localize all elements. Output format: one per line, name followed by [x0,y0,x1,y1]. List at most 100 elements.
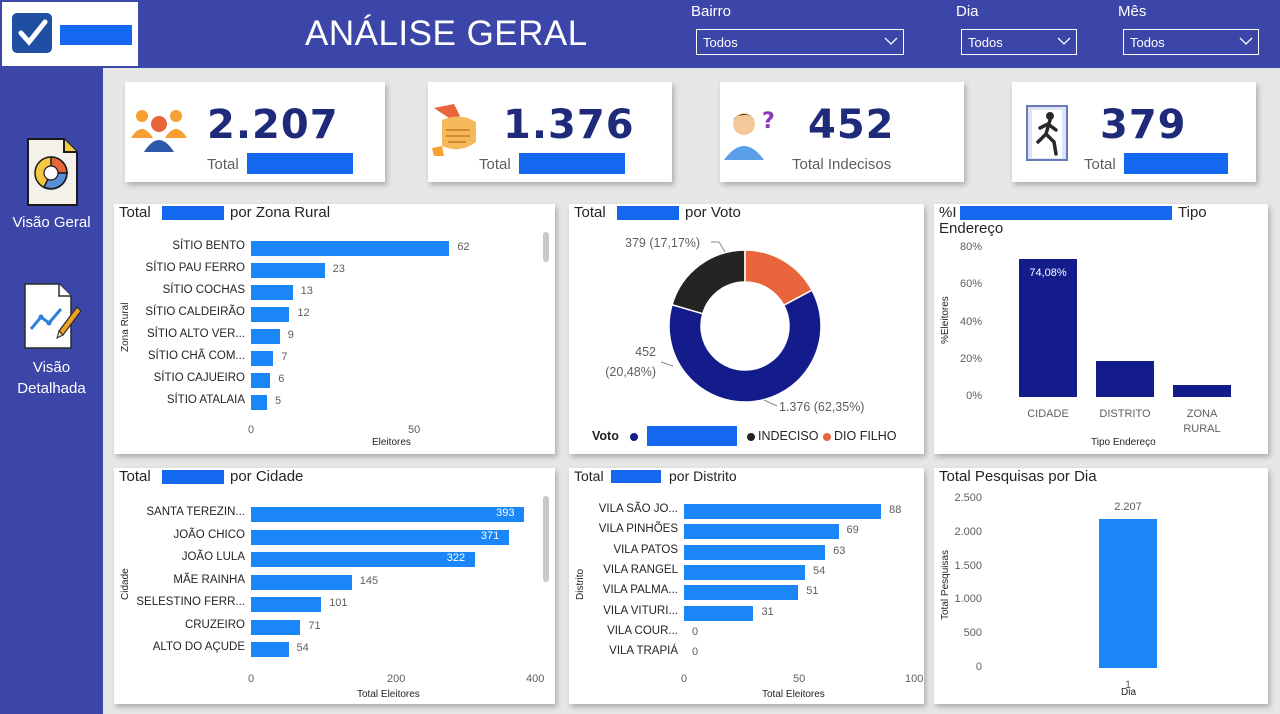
page-title: ANÁLISE GERAL [305,14,588,53]
legend-title: Voto [592,429,619,443]
data-label: 69 [846,524,859,537]
scrollbar[interactable] [543,496,549,582]
bar [684,585,799,601]
leader-line [711,241,726,253]
bar [251,241,450,256]
data-label: 71 [308,619,321,632]
filter-select-mes[interactable]: Todos [1123,29,1259,55]
bar [251,574,352,590]
bar [1099,518,1157,668]
people-group-icon [128,104,190,159]
data-label: 0 [692,646,699,659]
data-label: 54 [812,564,826,577]
nav-visao-detalhada[interactable]: Visão Detalhada [0,281,103,399]
data-label: 7 [281,351,288,363]
x-axis-title: Tipo Endereço [1091,437,1156,448]
category-label: VILA PINHÕES [598,523,678,536]
x-axis-title: Total Eleitores [357,689,420,700]
axis-tick-label: 1.000 [954,593,982,606]
chevron-down-icon [884,32,898,53]
category-label: SÍTIO ATALAIA [166,394,245,406]
axis-tick-label: 0% [966,390,982,402]
bar [684,605,754,621]
x-axis-title: Eleitores [372,437,411,448]
kpi-label: Total [1084,156,1116,173]
chart-title-part: %I [939,204,957,221]
data-label: 0 [692,625,699,638]
chart-eleitores-zona-rural[interactable]: Total por Zona Rural SÍTIO BENTO 62 SÍTIO … [114,204,555,454]
bar [1096,360,1154,397]
axis-tick-label: 2.500 [954,492,982,504]
category-label: JOÃO CHICO [173,528,245,541]
bar [684,544,826,560]
category-label: VILA SÃO JO... [598,503,678,515]
axis-tick-label: 0 [975,661,982,673]
data-label: 1.376 (62,35%) [779,400,864,414]
chart-pesquisas-por-dia[interactable]: Total Pesquisas por Dia 2.500 2.000 1.500 1… [934,468,1268,704]
category-label: SÍTIO CALDEIRÃO [145,306,245,318]
axis-tick-label: 20% [959,352,982,365]
filter-label-dia: Dia [956,3,979,20]
axis-tick-label: 0 [681,673,688,685]
kpi-card-indecisos: ? 452 Total Indecisos [720,82,964,182]
bar [251,307,290,322]
nav-label-visao-detalhada: Visão Detalhada [17,359,86,397]
line-chart-document-icon [21,281,83,351]
y-axis-title: Distrito [575,568,586,600]
data-label: 23 [332,263,345,275]
bar [251,619,301,635]
chart-title-part: por Cidade [230,468,304,485]
category-label: ZONA RURAL [1183,408,1221,435]
data-label: 13 [300,285,313,297]
chart-eleitores-por-voto[interactable]: Total por Voto 379 (17,17%) 452 (20,48%) 1.… [569,204,924,454]
category-label: SÍTIO ALTO VER... [147,328,245,340]
redacted-label [519,153,625,174]
axis-tick-label: 400 [526,673,545,685]
chart-eleitores-por-distrito[interactable]: Total por Distrito VILA SÃO JO... 88 VILA … [569,468,924,704]
pie-chart-document-icon [24,136,80,208]
person-question-icon: ? [722,106,780,167]
nav-visao-geral[interactable]: Visão Geral [0,136,103,233]
bar [684,564,805,580]
category-label: VILA RANGEL [603,563,678,576]
filter-select-dia[interactable]: Todos [961,29,1077,55]
data-label: 379 (17,17%) [625,236,700,250]
y-axis-title: Total Pesquisas [940,549,951,620]
donut-slice[interactable] [671,249,746,315]
filter-label-bairro: Bairro [691,3,732,20]
filter-select-bairro[interactable]: Todos [696,29,904,55]
axis-tick-label: 80% [959,241,982,253]
category-label: CIDADE [1027,408,1069,420]
chart-percentual-tipo-endereco[interactable]: %I Tipo Endereço 80% 60% 40% 20% 0% 74,08% CID… [934,204,1268,454]
kpi-label: Total Indecisos [792,156,892,173]
data-label: 54 [296,642,309,654]
bar [251,529,509,545]
data-label: 322 [446,552,466,564]
chart-title-part: por Zona Rural [230,204,331,221]
data-label: 63 [833,544,846,557]
category-label: SÍTIO PAU FERRO [145,262,245,274]
data-label: 101 [329,597,348,609]
category-label: SÍTIO CHÃ COM... [147,350,245,362]
y-axis-title: %Eleitores [940,296,951,344]
data-label: 88 [889,504,902,516]
chevron-down-icon [1239,32,1253,53]
axis-tick-label: 0 [248,673,255,685]
y-axis-title: Cidade [120,568,131,600]
bar [251,263,325,278]
bar [1019,259,1077,397]
data-label: (20,48%) [605,365,656,379]
bar [251,642,289,657]
chart-eleitores-por-cidade[interactable]: Total por Cidade SANTA TEREZIN... 393 JOÃO… [114,468,555,704]
data-label: 31 [761,605,774,618]
svg-text:?: ? [762,109,775,134]
category-label: DISTRITO [1099,408,1151,420]
kpi-label: Total [479,156,511,173]
scrollbar[interactable] [543,232,549,262]
category-label: ALTO DO AÇUDE [152,641,245,653]
redacted-label [611,470,661,483]
axis-tick-label: 200 [387,673,406,685]
legend-dot [630,433,638,441]
category-label: MÃE RAINHA [173,573,245,586]
data-label: 6,57% [1186,366,1218,379]
